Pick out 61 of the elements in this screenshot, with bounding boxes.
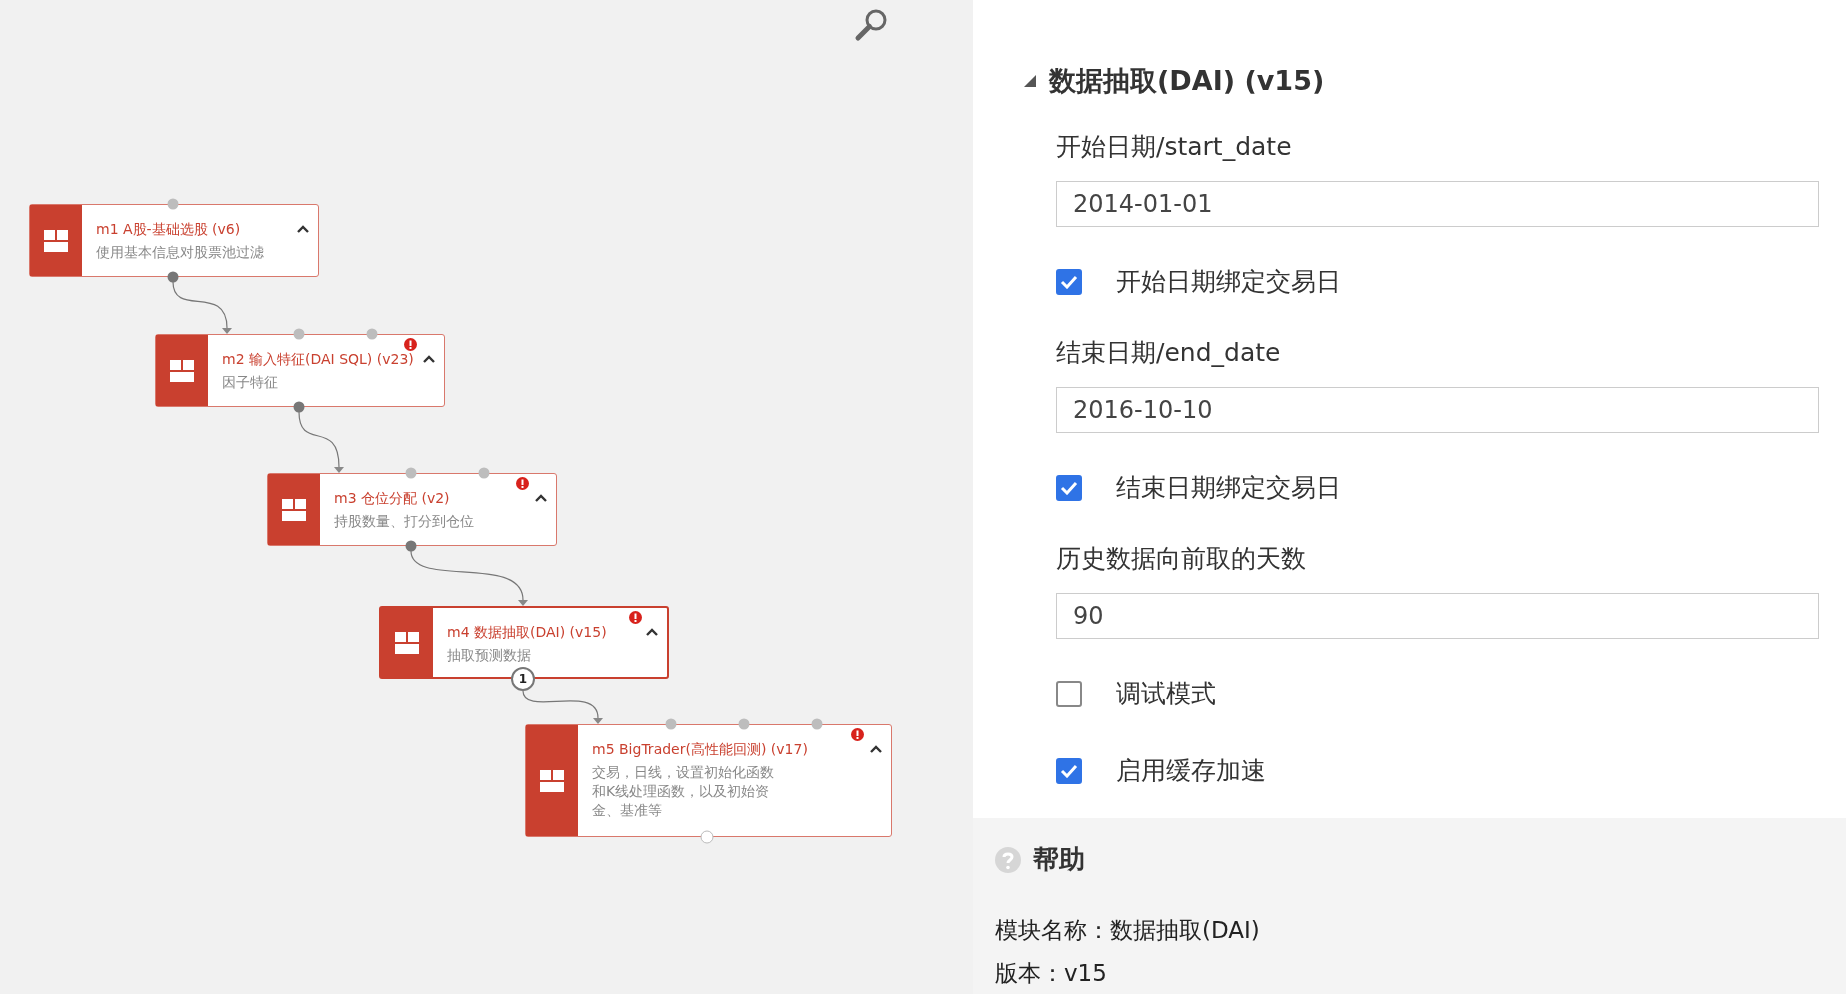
module-description: 交易，日线，设置初始化函数和K线处理函数，以及初始资金、基准等	[592, 763, 775, 820]
module-node[interactable]: m3 仓位分配 (v2) 持股数量、打分到仓位	[267, 473, 557, 546]
expand-triangle-icon[interactable]	[1023, 74, 1037, 88]
output-port[interactable]	[405, 540, 417, 552]
module-title: m1 A股-基础选股 (v6)	[96, 221, 242, 239]
module-node[interactable]: m1 A股-基础选股 (v6) 使用基本信息对股票池过滤	[29, 204, 319, 277]
help-text: 模块名称：数据抽取(DAI)	[995, 916, 1261, 945]
checkbox[interactable]	[1056, 758, 1082, 784]
input-field[interactable]: 2014-01-01	[1056, 181, 1819, 227]
module-description: 持股数量、打分到仓位	[334, 512, 474, 531]
help-text: 版本：v15	[995, 959, 1108, 988]
input-port[interactable]	[293, 328, 305, 340]
checkbox-label: 开始日期绑定交易日	[1116, 266, 1341, 298]
module-icon	[170, 359, 194, 382]
checkbox-label: 结束日期绑定交易日	[1116, 472, 1341, 504]
checkbox-label: 调试模式	[1116, 678, 1216, 710]
checkbox[interactable]	[1056, 681, 1082, 707]
input-port[interactable]	[665, 718, 677, 730]
field-label: 结束日期/end_date	[1056, 338, 1282, 368]
module-description: 抽取预测数据	[447, 646, 532, 665]
module-title: m2 输入特征(DAI SQL) (v23)	[222, 351, 414, 369]
chevron-up-icon[interactable]	[423, 355, 435, 363]
check-icon	[1060, 764, 1078, 778]
input-port[interactable]	[738, 718, 750, 730]
module-node[interactable]: m5 BigTrader(高性能回测) (v17) 交易，日线，设置初始化函数和K线处理函数，以及初始资金、基准等	[525, 724, 892, 837]
chevron-up-icon[interactable]	[870, 745, 882, 753]
checkbox-label: 启用缓存加速	[1116, 755, 1266, 787]
module-icon	[44, 229, 68, 252]
module-title: m4 数据抽取(DAI) (v15)	[447, 624, 607, 642]
input-port[interactable]	[167, 198, 179, 210]
module-title: m5 BigTrader(高性能回测) (v17)	[592, 741, 808, 759]
checkbox[interactable]	[1056, 269, 1082, 295]
connector-arrow	[172, 281, 232, 334]
module-icon	[395, 631, 419, 654]
section-title: 数据抽取(DAI) (v15)	[1049, 64, 1325, 98]
module-title: m3 仓位分配 (v2)	[334, 490, 451, 508]
module-icon	[540, 769, 564, 792]
module-description: 因子特征	[222, 373, 279, 392]
input-port[interactable]	[366, 328, 378, 340]
module-description: 使用基本信息对股票池过滤	[96, 243, 264, 262]
module-node[interactable]: m2 输入特征(DAI SQL) (v23) 因子特征	[155, 334, 445, 407]
input-port[interactable]	[405, 467, 417, 479]
check-icon	[1060, 481, 1078, 495]
module-icon	[282, 498, 306, 521]
input-port[interactable]	[478, 467, 490, 479]
connector-arrow	[298, 411, 344, 473]
check-icon	[1060, 275, 1078, 289]
field-label: 历史数据向前取的天数	[1056, 544, 1307, 574]
output-port-badge[interactable]: 1	[511, 667, 535, 691]
input-field[interactable]: 90	[1056, 593, 1819, 639]
output-port[interactable]	[167, 271, 179, 283]
output-port[interactable]	[293, 401, 305, 413]
field-label: 开始日期/start_date	[1056, 132, 1293, 162]
help-title: 帮助	[1033, 843, 1085, 876]
input-field[interactable]: 2016-10-10	[1056, 387, 1819, 433]
chevron-up-icon[interactable]	[646, 628, 658, 636]
chevron-up-icon[interactable]	[297, 225, 309, 233]
checkbox[interactable]	[1056, 475, 1082, 501]
chevron-up-icon[interactable]	[535, 494, 547, 502]
help-icon	[995, 846, 1021, 873]
input-port[interactable]	[811, 718, 823, 730]
